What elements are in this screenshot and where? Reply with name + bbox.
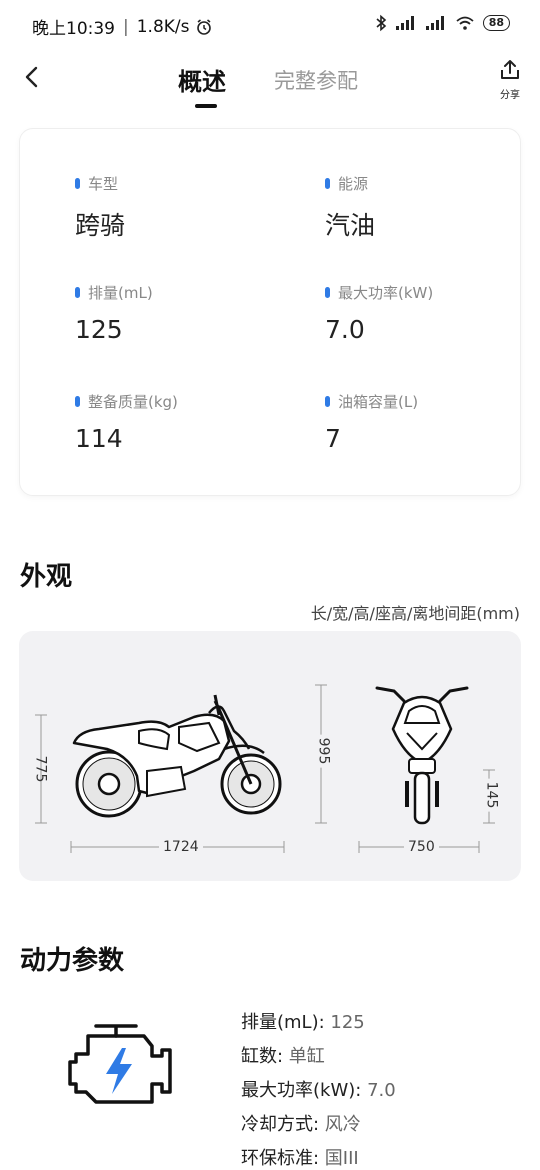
summary-value: 跨骑 xyxy=(75,211,126,240)
power-title: 动力参数 xyxy=(20,946,125,976)
signal-icon-2 xyxy=(425,16,444,30)
label-dot xyxy=(75,178,80,189)
power-label: 排量(mL): xyxy=(241,1012,331,1033)
tab-overview-indicator xyxy=(195,104,217,108)
share-button[interactable]: 分享 xyxy=(498,58,522,101)
status-separator: | xyxy=(123,16,129,37)
summary-label-wrap: 整备质量(kg) xyxy=(75,391,178,412)
top-nav: 概述 完整参配 分享 xyxy=(0,50,540,120)
summary-value: 7 xyxy=(325,424,341,453)
summary-label-wrap: 油箱容量(L) xyxy=(325,391,418,412)
summary-value: 汽油 xyxy=(325,211,376,240)
summary-item-curb-weight: 整备质量(kg) 114 xyxy=(75,391,178,453)
width-value: 750 xyxy=(404,839,439,855)
tab-full-specs[interactable]: 完整参配 xyxy=(274,65,358,95)
summary-item-tank-capacity: 油箱容量(L) 7 xyxy=(325,391,418,453)
summary-label: 排量(mL) xyxy=(88,284,153,302)
tab-overview[interactable]: 概述 xyxy=(178,62,226,97)
share-icon xyxy=(501,60,519,79)
status-bar: 晚上10:39 | 1.8K/s 88 xyxy=(0,0,540,50)
share-label: 分享 xyxy=(500,90,520,101)
summary-card: 车型 跨骑 能源 汽油 排量(mL) 125 最大功率(kW) 7.0 整备质量… xyxy=(19,128,521,496)
power-row-cooling: 冷却方式: 风冷 xyxy=(241,1110,396,1135)
summary-label: 油箱容量(L) xyxy=(338,393,419,411)
summary-value: 125 xyxy=(75,315,123,344)
label-dot xyxy=(325,287,330,298)
label-dot xyxy=(75,396,80,407)
summary-label: 整备质量(kg) xyxy=(88,393,178,411)
power-label: 缸数: xyxy=(241,1046,289,1067)
power-row-displacement: 排量(mL): 125 xyxy=(241,1008,396,1033)
motorcycle-side-view-icon xyxy=(35,684,495,853)
battery-indicator: 88 xyxy=(482,15,510,31)
summary-label: 能源 xyxy=(338,175,369,193)
summary-label: 车型 xyxy=(88,175,119,193)
summary-label: 最大功率(kW) xyxy=(338,284,434,302)
label-dot xyxy=(75,287,80,298)
power-value: 7.0 xyxy=(367,1080,396,1101)
power-value: 单缸 xyxy=(288,1046,325,1067)
power-row-max-power: 最大功率(kW): 7.0 xyxy=(241,1076,396,1101)
summary-label-wrap: 能源 xyxy=(325,173,375,194)
power-row-emission: 环保标准: 国III xyxy=(241,1144,396,1169)
power-specs-list: 排量(mL): 125 缸数: 单缸 最大功率(kW): 7.0 冷却方式: 风… xyxy=(241,1008,396,1170)
dimensions-panel: 1724 775 750 995 145 xyxy=(19,631,521,881)
power-label: 最大功率(kW): xyxy=(241,1080,368,1101)
power-row-cylinders: 缸数: 单缸 xyxy=(241,1042,396,1067)
status-right: 88 xyxy=(375,14,510,32)
signal-icon xyxy=(395,16,414,30)
summary-label-wrap: 车型 xyxy=(75,173,125,194)
summary-item-type: 车型 跨骑 xyxy=(75,173,125,242)
power-value: 风冷 xyxy=(324,1114,361,1135)
label-dot xyxy=(325,178,330,189)
length-value: 1724 xyxy=(159,839,203,855)
engine-icon xyxy=(68,1024,172,1104)
summary-label-wrap: 最大功率(kW) xyxy=(325,282,433,303)
height-value: 995 xyxy=(315,734,332,768)
alarm-icon xyxy=(196,18,211,35)
back-arrow-icon[interactable] xyxy=(18,62,48,92)
summary-value: 7.0 xyxy=(325,315,365,344)
appearance-title: 外观 xyxy=(20,562,73,592)
label-dot xyxy=(325,396,330,407)
summary-item-energy: 能源 汽油 xyxy=(325,173,375,242)
summary-item-displacement: 排量(mL) 125 xyxy=(75,282,153,344)
power-value: 125 xyxy=(330,1012,365,1033)
status-time: 晚上10:39 xyxy=(32,19,115,39)
power-label: 冷却方式: xyxy=(241,1114,325,1135)
dimensions-caption: 长/宽/高/座高/离地间距(mm) xyxy=(310,604,520,623)
summary-label-wrap: 排量(mL) xyxy=(75,282,153,303)
power-value: 国III xyxy=(324,1148,359,1169)
power-label: 环保标准: xyxy=(241,1148,325,1169)
summary-item-max-power: 最大功率(kW) 7.0 xyxy=(325,282,433,344)
ground-clearance-value: 145 xyxy=(483,778,500,812)
summary-value: 114 xyxy=(75,424,123,453)
wifi-icon xyxy=(456,16,474,30)
bluetooth-icon xyxy=(376,14,386,32)
status-left: 晚上10:39 | 1.8K/s xyxy=(32,14,213,39)
seat-height-value: 775 xyxy=(32,755,49,783)
status-network-speed: 1.8K/s xyxy=(136,16,190,37)
